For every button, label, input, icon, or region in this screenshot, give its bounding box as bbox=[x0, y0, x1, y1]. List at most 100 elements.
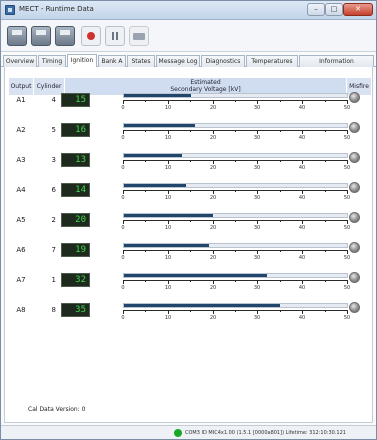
axis-tick bbox=[213, 190, 214, 194]
connection-status-icon bbox=[174, 429, 182, 437]
ignition-row: A7 1 32 0 10 20 30 40 50 bbox=[5, 272, 374, 303]
voltage-readout: 19 bbox=[61, 243, 90, 257]
axis-tick-label: 40 bbox=[298, 105, 306, 111]
output-label: A2 bbox=[16, 126, 26, 134]
axis-tick-label: 50 bbox=[343, 225, 351, 231]
tab-overview[interactable]: Overview bbox=[3, 55, 37, 67]
minimize-button[interactable]: – bbox=[307, 3, 325, 16]
axis-tick bbox=[213, 280, 214, 284]
axis-tick bbox=[213, 100, 214, 104]
axis-tick bbox=[302, 310, 303, 314]
stop-icon[interactable] bbox=[105, 26, 125, 46]
cylinder-number: 7 bbox=[51, 246, 56, 254]
axis-tick bbox=[190, 310, 191, 312]
ignition-row: A5 2 20 0 10 20 30 40 50 bbox=[5, 212, 374, 243]
axis-tick bbox=[168, 310, 169, 314]
maximize-button[interactable]: □ bbox=[325, 3, 343, 16]
ignition-row: A6 7 19 0 10 20 30 40 50 bbox=[5, 242, 374, 273]
open-icon[interactable] bbox=[31, 26, 51, 46]
voltage-readout: 35 bbox=[61, 303, 90, 317]
voltage-bar-fill bbox=[124, 94, 191, 97]
axis-tick bbox=[347, 220, 348, 224]
tab-information[interactable]: Information bbox=[299, 55, 374, 67]
axis-tick bbox=[257, 310, 258, 314]
axis-tick-label: 0 bbox=[121, 195, 125, 201]
record-icon[interactable] bbox=[81, 26, 101, 46]
axis-tick bbox=[190, 130, 191, 132]
axis-tick bbox=[213, 220, 214, 224]
misfire-indicator-icon bbox=[349, 272, 360, 283]
misfire-indicator-icon bbox=[349, 92, 360, 103]
axis-tick bbox=[325, 220, 326, 222]
axis-tick-label: 30 bbox=[253, 315, 261, 321]
voltage-header-line1: Estimated bbox=[190, 79, 221, 86]
tab-states[interactable]: States bbox=[127, 55, 155, 67]
tab-message-log[interactable]: Message Log bbox=[156, 55, 200, 67]
axis-tick bbox=[257, 130, 258, 134]
cylinder-number: 4 bbox=[51, 96, 56, 104]
axis-tick bbox=[190, 100, 191, 102]
axis-tick bbox=[280, 250, 281, 252]
output-label: A5 bbox=[16, 216, 26, 224]
tab-diagnostics[interactable]: Diagnostics bbox=[201, 55, 245, 67]
close-button[interactable]: ✕ bbox=[343, 3, 373, 16]
axis-tick-label: 0 bbox=[121, 165, 125, 171]
axis-tick-label: 50 bbox=[343, 315, 351, 321]
axis-tick bbox=[347, 280, 348, 284]
axis-tick bbox=[325, 130, 326, 132]
output-label: A7 bbox=[16, 276, 26, 284]
save-icon[interactable] bbox=[7, 26, 27, 46]
output-label: A6 bbox=[16, 246, 26, 254]
axis-tick bbox=[347, 190, 348, 194]
title-bar: MECT - Runtime Data – □ ✕ bbox=[1, 1, 376, 20]
axis-tick bbox=[280, 310, 281, 312]
voltage-bar bbox=[123, 273, 348, 278]
axis-tick-label: 10 bbox=[164, 195, 172, 201]
axis-tick bbox=[235, 100, 236, 102]
axis-tick bbox=[168, 130, 169, 134]
axis-tick bbox=[213, 250, 214, 254]
axis-tick bbox=[123, 100, 124, 104]
axis-tick bbox=[123, 280, 124, 284]
axis-tick-label: 50 bbox=[343, 105, 351, 111]
axis-tick-label: 20 bbox=[209, 165, 217, 171]
axis-tick-label: 10 bbox=[164, 135, 172, 141]
axis-tick bbox=[257, 160, 258, 164]
axis-tick-label: 40 bbox=[298, 255, 306, 261]
voltage-bar bbox=[123, 153, 348, 158]
axis-tick-label: 10 bbox=[164, 255, 172, 261]
voltage-bar bbox=[123, 93, 348, 98]
axis-tick bbox=[302, 220, 303, 224]
ignition-row: A1 4 15 0 10 20 30 40 50 bbox=[5, 92, 374, 123]
axis-tick-label: 50 bbox=[343, 165, 351, 171]
misfire-indicator-icon bbox=[349, 122, 360, 133]
misfire-indicator-icon bbox=[349, 242, 360, 253]
misfire-indicator-icon bbox=[349, 212, 360, 223]
axis-tick bbox=[190, 190, 191, 192]
voltage-bar bbox=[123, 183, 348, 188]
tab-ignition[interactable]: Ignition bbox=[67, 54, 97, 68]
app-window: MECT - Runtime Data – □ ✕ Overview Timin… bbox=[0, 0, 377, 440]
axis-tick bbox=[325, 160, 326, 162]
ignition-panel: Output Cylinder Estimated Secondary Volt… bbox=[4, 67, 373, 423]
axis-tick bbox=[190, 220, 191, 222]
axis-tick bbox=[168, 280, 169, 284]
status-text: COM3 ID MIC4x1.00 (1.5.1 [0000a801]) Lif… bbox=[185, 430, 346, 436]
axis-tick bbox=[213, 160, 214, 164]
axis-tick-label: 10 bbox=[164, 105, 172, 111]
tab-timing[interactable]: Timing bbox=[38, 55, 66, 67]
export-icon[interactable] bbox=[55, 26, 75, 46]
voltage-bar-fill bbox=[124, 124, 195, 127]
tab-temperatures[interactable]: Temperatures bbox=[246, 55, 298, 67]
axis-tick bbox=[257, 220, 258, 224]
voltage-readout: 20 bbox=[61, 213, 90, 227]
tab-bank-a[interactable]: Bank A bbox=[98, 55, 126, 67]
misfire-indicator-icon bbox=[349, 182, 360, 193]
axis-tick-label: 30 bbox=[253, 255, 261, 261]
print-icon[interactable] bbox=[129, 26, 149, 46]
axis-tick bbox=[123, 310, 124, 314]
axis-tick bbox=[168, 250, 169, 254]
voltage-readout: 15 bbox=[61, 93, 90, 107]
toolbar bbox=[1, 20, 376, 52]
axis-tick bbox=[123, 190, 124, 194]
